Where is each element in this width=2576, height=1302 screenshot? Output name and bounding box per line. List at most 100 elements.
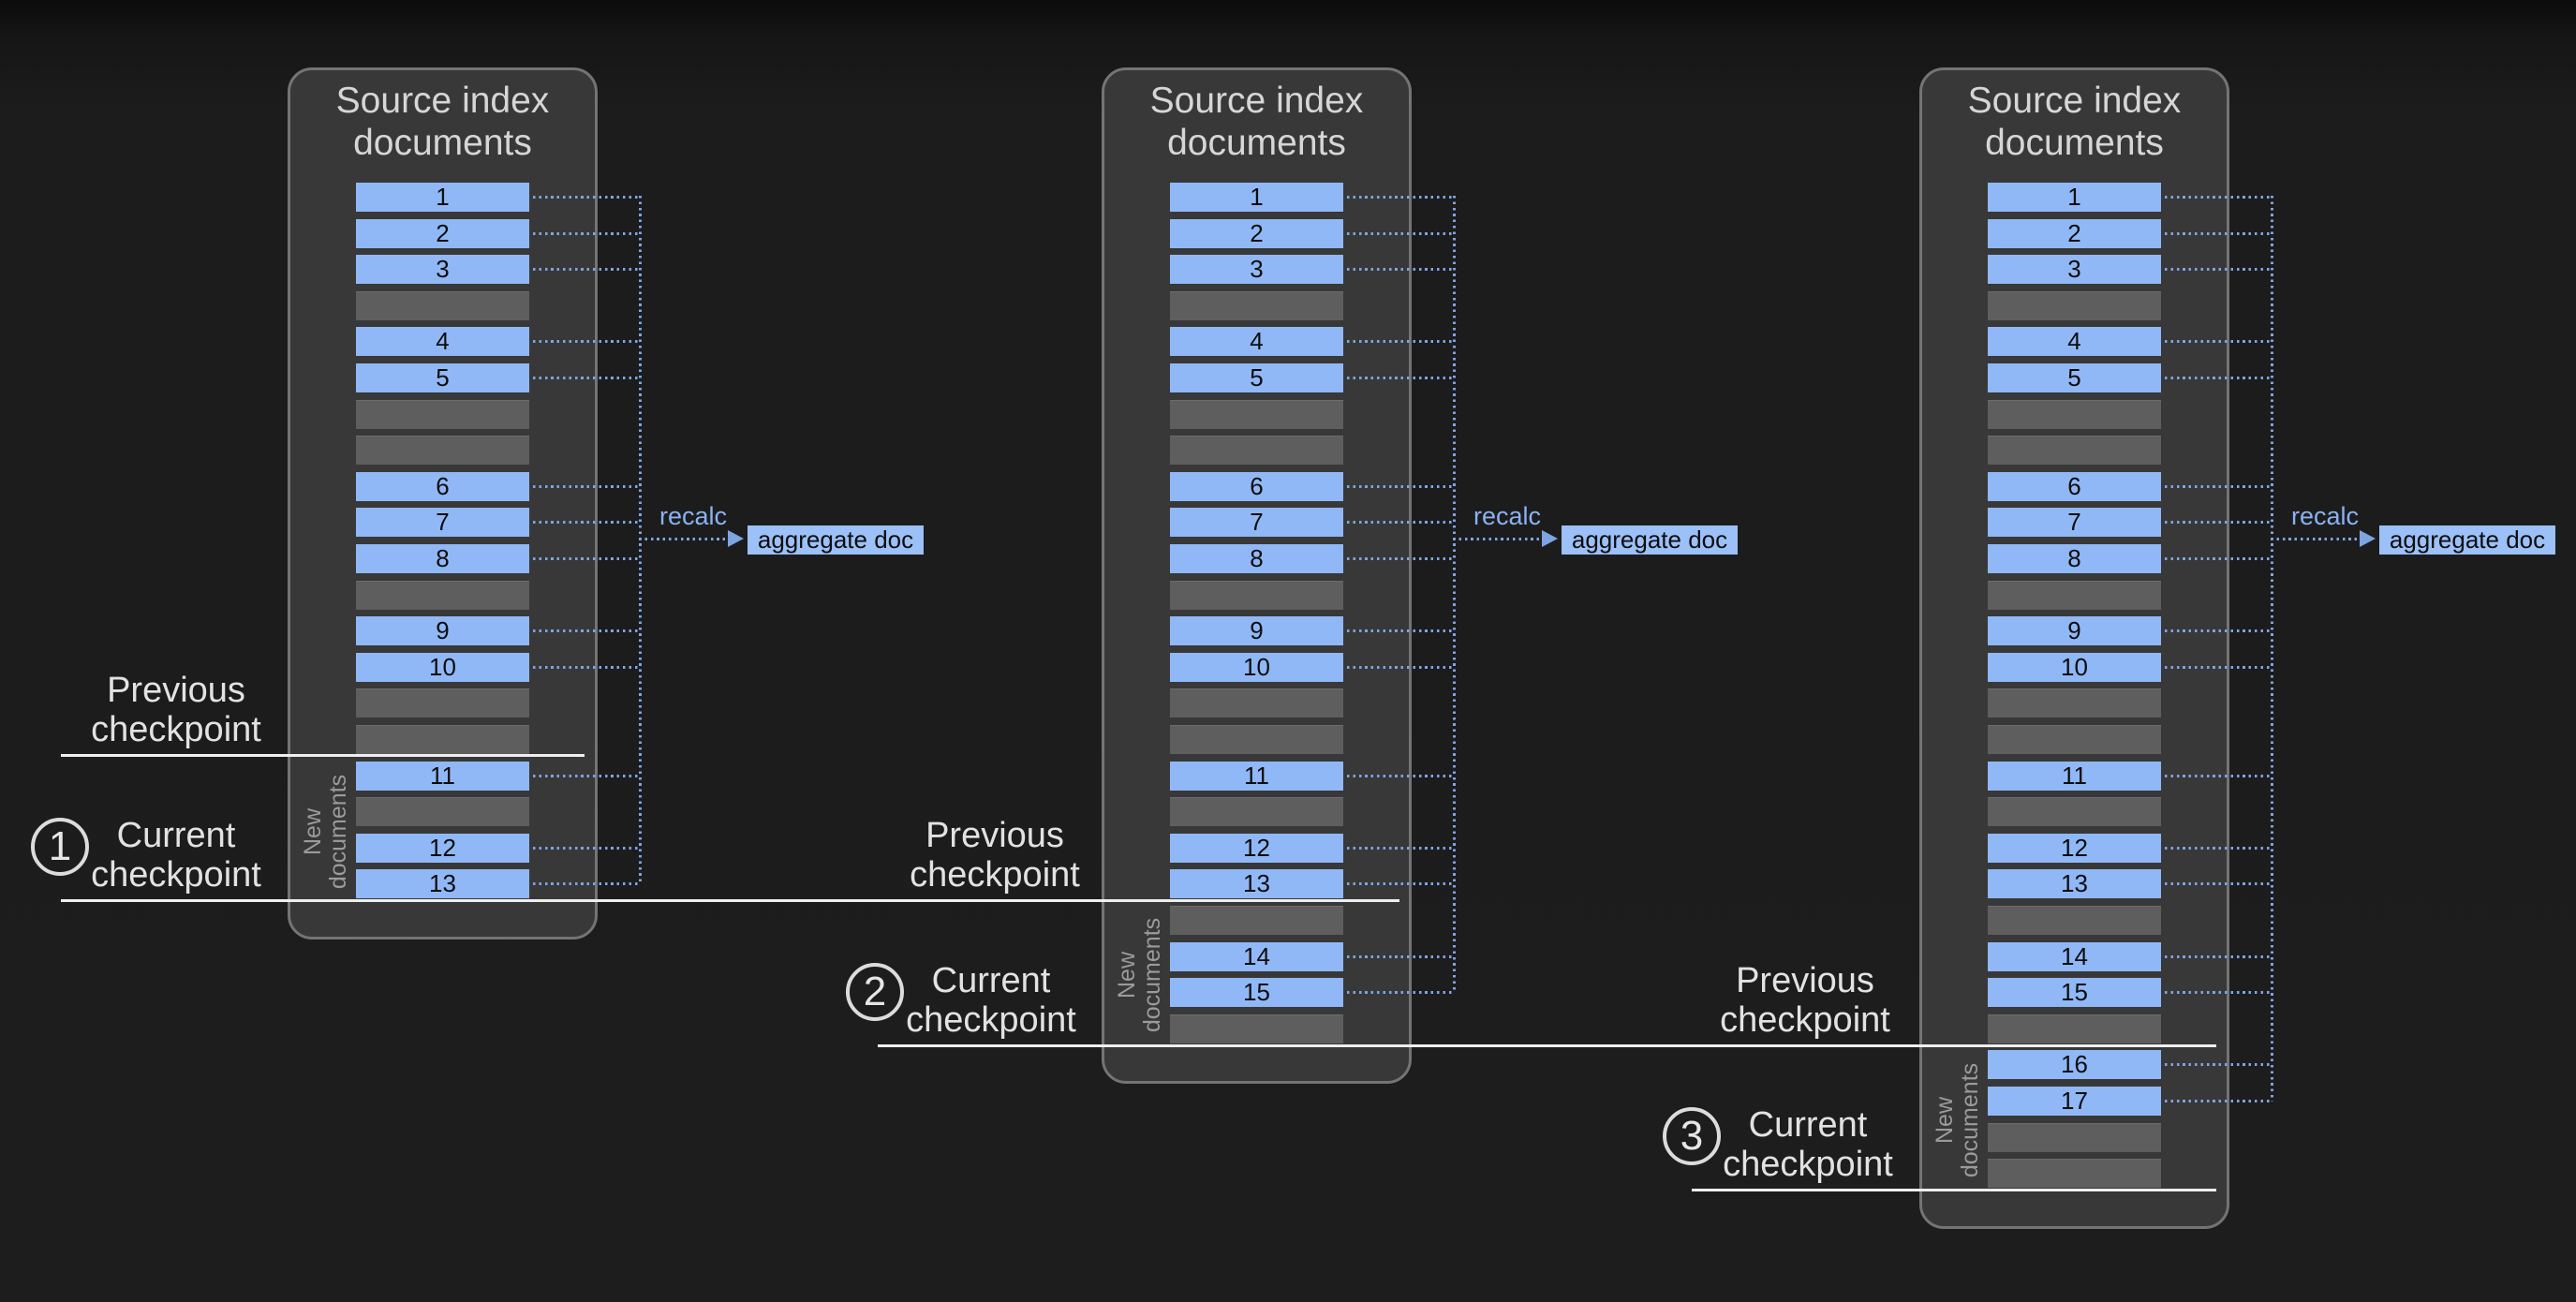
aggregate-doc-box: aggregate doc bbox=[1562, 525, 1738, 555]
doc-bar: 6 bbox=[1988, 472, 2161, 501]
checkpoint-label-line: checkpoint bbox=[17, 710, 335, 749]
empty-doc-slot bbox=[1988, 1159, 2161, 1188]
connector-dotted-line bbox=[1347, 775, 1453, 777]
empty-doc-slot bbox=[1988, 1014, 2161, 1043]
checkpoint-label-line: checkpoint bbox=[1646, 1000, 1964, 1040]
doc-bar: 8 bbox=[356, 544, 529, 573]
previous-checkpoint-label: Previouscheckpoint bbox=[836, 816, 1154, 895]
connector-dotted-line bbox=[1347, 557, 1453, 560]
connector-dotted-line bbox=[533, 666, 639, 669]
doc-bar: 14 bbox=[1170, 942, 1343, 971]
connector-dotted-line bbox=[2165, 557, 2271, 560]
empty-doc-slot bbox=[356, 688, 529, 718]
connector-dotted-line bbox=[533, 775, 639, 777]
empty-doc-slot bbox=[1170, 581, 1343, 610]
panel-title: Source index bbox=[1102, 80, 1412, 122]
connector-dotted-line bbox=[533, 232, 639, 235]
recalc-label: recalc bbox=[2276, 502, 2374, 530]
doc-bar: 11 bbox=[356, 762, 529, 791]
aggregate-doc-box: aggregate doc bbox=[2379, 525, 2555, 555]
empty-doc-slot bbox=[1170, 1014, 1343, 1043]
checkpoint-line bbox=[878, 1044, 2216, 1047]
empty-doc-slot bbox=[1170, 400, 1343, 429]
empty-doc-slot bbox=[356, 291, 529, 320]
connector-dotted-line bbox=[2165, 485, 2271, 488]
connector-dotted-line bbox=[2165, 991, 2271, 994]
empty-doc-slot bbox=[1170, 436, 1343, 465]
doc-bar: 4 bbox=[1988, 327, 2161, 356]
connector-dotted-line bbox=[2165, 666, 2271, 669]
recalc-label: recalc bbox=[644, 502, 742, 530]
panel-title: documents bbox=[288, 122, 598, 164]
panel-title: documents bbox=[1919, 122, 2229, 164]
empty-doc-slot bbox=[356, 725, 529, 754]
doc-bar: 16 bbox=[1988, 1050, 2161, 1079]
doc-bar: 4 bbox=[356, 327, 529, 356]
panel-title: Source index bbox=[1919, 80, 2229, 122]
connector-dotted-line bbox=[533, 847, 639, 850]
checkpoint-line bbox=[61, 754, 585, 757]
connector-dotted-line bbox=[2165, 1100, 2271, 1102]
connector-dotted-line bbox=[533, 377, 639, 379]
connector-dotted-line bbox=[1347, 955, 1453, 958]
doc-bar: 15 bbox=[1988, 978, 2161, 1007]
checkpoint-line bbox=[1692, 1189, 2216, 1191]
empty-doc-slot bbox=[1170, 725, 1343, 754]
doc-bar: 12 bbox=[1988, 834, 2161, 863]
doc-bar: 13 bbox=[356, 869, 529, 898]
connector-dotted-line bbox=[2165, 377, 2271, 379]
connector-dotted-line bbox=[1347, 521, 1453, 524]
doc-bar: 7 bbox=[1988, 508, 2161, 537]
empty-doc-slot bbox=[1988, 436, 2161, 465]
connector-dotted-line bbox=[2165, 521, 2271, 524]
connector-dotted-line bbox=[1347, 629, 1453, 632]
doc-bar: 1 bbox=[1170, 183, 1343, 212]
doc-bar: 10 bbox=[356, 653, 529, 682]
empty-doc-slot bbox=[1988, 906, 2161, 935]
doc-bar: 15 bbox=[1170, 978, 1343, 1007]
empty-doc-slot bbox=[1988, 1123, 2161, 1152]
aggregate-doc-box: aggregate doc bbox=[748, 525, 924, 555]
doc-bar: 6 bbox=[1170, 472, 1343, 501]
doc-bar: 14 bbox=[1988, 942, 2161, 971]
doc-bar: 5 bbox=[1170, 363, 1343, 392]
empty-doc-slot bbox=[1170, 797, 1343, 826]
empty-doc-slot bbox=[356, 581, 529, 610]
empty-doc-slot bbox=[1170, 291, 1343, 320]
recalc-arrowhead bbox=[2360, 530, 2376, 547]
doc-bar: 9 bbox=[1170, 616, 1343, 645]
panel-title: documents bbox=[1102, 122, 1412, 164]
empty-doc-slot bbox=[1170, 906, 1343, 935]
recalc-arrow bbox=[2271, 538, 2361, 540]
doc-bar: 2 bbox=[1170, 219, 1343, 248]
doc-bar: 5 bbox=[356, 363, 529, 392]
connector-dotted-line bbox=[533, 340, 639, 343]
connector-dotted-line bbox=[1347, 882, 1453, 885]
empty-doc-slot bbox=[1988, 797, 2161, 826]
doc-bar: 10 bbox=[1170, 653, 1343, 682]
connector-bracket-line bbox=[2271, 196, 2273, 1102]
empty-doc-slot bbox=[1988, 291, 2161, 320]
doc-bar: 3 bbox=[356, 255, 529, 284]
doc-bar: 6 bbox=[356, 472, 529, 501]
checkpoint-label-line: checkpoint bbox=[836, 855, 1154, 895]
doc-bar: 2 bbox=[1988, 219, 2161, 248]
connector-dotted-line bbox=[1347, 377, 1453, 379]
empty-doc-slot bbox=[356, 436, 529, 465]
checkpoint-label-line: Previous bbox=[17, 671, 335, 710]
connector-dotted-line bbox=[2165, 232, 2271, 235]
connector-dotted-line bbox=[533, 882, 639, 885]
connector-dotted-line bbox=[533, 557, 639, 560]
previous-checkpoint-label: Previouscheckpoint bbox=[1646, 961, 1964, 1040]
doc-bar: 7 bbox=[356, 508, 529, 537]
connector-dotted-line bbox=[533, 629, 639, 632]
connector-dotted-line bbox=[1347, 268, 1453, 271]
doc-bar: 17 bbox=[1988, 1087, 2161, 1116]
doc-bar: 2 bbox=[356, 219, 529, 248]
empty-doc-slot bbox=[1170, 688, 1343, 718]
recalc-arrowhead bbox=[728, 530, 744, 547]
doc-bar: 9 bbox=[356, 616, 529, 645]
connector-dotted-line bbox=[1347, 232, 1453, 235]
connector-dotted-line bbox=[1347, 847, 1453, 850]
empty-doc-slot bbox=[356, 797, 529, 826]
